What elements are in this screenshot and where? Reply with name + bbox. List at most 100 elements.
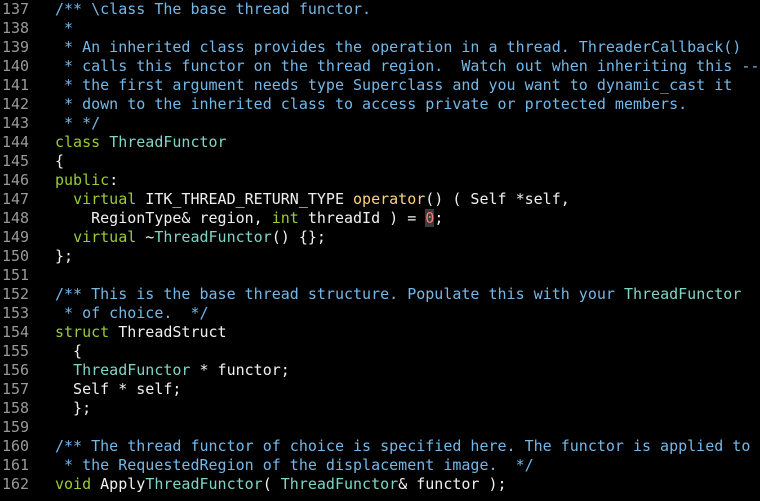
line-number: 139 [2, 38, 30, 56]
code-text: void ApplyThreadFunctor( ThreadFunctor& … [29, 475, 760, 494]
code-token-normal: & functor ); [398, 475, 507, 493]
code-line[interactable]: 139 * An inherited class provides the op… [0, 38, 760, 57]
code-text: class ThreadFunctor [29, 133, 760, 152]
code-text: * calls this functor on the thread regio… [29, 57, 760, 76]
line-number: 146 [2, 171, 30, 189]
code-token-normal [55, 228, 73, 246]
code-token-comment: * the RequestedRegion of the displacemen… [55, 456, 534, 474]
code-token-normal: ~ [136, 228, 155, 246]
code-token-comment: /** \class The base thread functor. [55, 0, 372, 18]
code-token-normal: * functor; [190, 361, 290, 379]
code-token-normal: Self * self; [55, 380, 182, 398]
line-number: 147 [2, 190, 30, 208]
code-text: virtual ITK_THREAD_RETURN_TYPE operator(… [29, 190, 760, 209]
code-token-normal: Apply [91, 475, 146, 493]
code-token-type: ThreadFunctor [154, 228, 272, 246]
code-token-type: ThreadFunctor [109, 133, 227, 151]
code-line[interactable]: 143 * */ [0, 114, 760, 133]
code-token-keyword: virtual [73, 228, 137, 246]
code-text: /** \class The base thread functor. [29, 0, 760, 19]
code-token-comment: * the first argument needs type Supercla… [55, 76, 733, 94]
code-token-keyword: virtual [73, 190, 137, 208]
line-number: 159 [2, 418, 30, 436]
code-text: * */ [29, 114, 760, 133]
code-line[interactable]: 162 void ApplyThreadFunctor( ThreadFuncto… [0, 475, 760, 494]
code-text: * the first argument needs type Supercla… [29, 76, 760, 95]
code-token-normal: : [109, 171, 119, 189]
code-token-normal [55, 361, 73, 379]
code-line[interactable]: 154 struct ThreadStruct [0, 323, 760, 342]
code-token-normal: { [55, 152, 65, 170]
code-text: Self * self; [29, 380, 760, 399]
code-line[interactable]: 158 }; [0, 399, 760, 418]
code-token-normal: () {}; [271, 228, 326, 246]
code-text: }; [29, 247, 760, 266]
code-line[interactable]: 141 * the first argument needs type Supe… [0, 76, 760, 95]
code-token-comment: * down to the inherited class to access … [55, 95, 688, 113]
code-line[interactable]: 149 virtual ~ThreadFunctor() {}; [0, 228, 760, 247]
line-number: 149 [2, 228, 30, 246]
code-text: * the RequestedRegion of the displacemen… [29, 456, 760, 475]
code-token-normal: ITK_THREAD_RETURN_TYPE [136, 190, 354, 208]
code-token-comment: * calls this functor on the thread regio… [55, 57, 760, 75]
code-text: ThreadFunctor * functor; [29, 361, 760, 380]
code-line[interactable]: 153 * of choice. */ [0, 304, 760, 323]
code-token-function: operator [353, 190, 426, 208]
code-token-type: ThreadFunctor [280, 475, 399, 493]
code-token-normal [55, 190, 73, 208]
line-number: 145 [2, 152, 30, 170]
code-text: * of choice. */ [29, 304, 760, 323]
code-line[interactable]: 152 /** This is the base thread structure… [0, 285, 760, 304]
code-line[interactable]: 156 ThreadFunctor * functor; [0, 361, 760, 380]
code-token-comment: * of choice. */ [55, 304, 209, 322]
code-text: /** The thread functor of choice is spec… [29, 437, 760, 456]
code-token-type: ThreadFunctor [145, 475, 263, 493]
code-line[interactable]: 145 { [0, 152, 760, 171]
code-line[interactable]: 140 * calls this functor on the thread r… [0, 57, 760, 76]
line-number: 143 [2, 114, 30, 132]
code-line[interactable]: 157 Self * self; [0, 380, 760, 399]
code-token-comment: * An inherited class provides the operat… [55, 38, 742, 56]
code-line[interactable]: 146 public: [0, 171, 760, 190]
code-token-normal: ThreadStruct [109, 323, 227, 341]
code-token-comment: /** This is the base thread structure. P… [55, 285, 624, 303]
line-number: 141 [2, 76, 30, 94]
code-token-comment: * [55, 19, 74, 37]
code-line[interactable]: 151 [0, 266, 760, 285]
code-line[interactable]: 144 class ThreadFunctor [0, 133, 760, 152]
code-token-keyword: public [55, 171, 110, 189]
code-token-comment: /** The thread functor of choice is spec… [55, 437, 751, 455]
code-line[interactable]: 147 virtual ITK_THREAD_RETURN_TYPE opera… [0, 190, 760, 209]
code-line[interactable]: 150}; [0, 247, 760, 266]
code-text: * An inherited class provides the operat… [29, 38, 760, 57]
line-number: 148 [2, 209, 30, 227]
code-token-normal: () ( Self *self, [425, 190, 570, 208]
line-number: 161 [2, 456, 30, 474]
code-line[interactable]: 138 * [0, 19, 760, 38]
code-line[interactable]: 159 [0, 418, 760, 437]
line-number: 160 [2, 437, 30, 455]
line-number: 151 [2, 266, 30, 284]
code-text: struct ThreadStruct [29, 323, 760, 342]
code-token-type: ThreadFunctor [623, 285, 742, 303]
code-text: RegionType& region, int threadId ) = 0; [29, 209, 760, 228]
code-text: { [29, 152, 760, 171]
code-token-keyword: int [271, 209, 299, 227]
code-line[interactable]: 137 /** \class The base thread functor. [0, 0, 760, 19]
code-line[interactable]: 155 { [0, 342, 760, 361]
code-token-normal: ; [434, 209, 444, 227]
code-text: * [29, 19, 760, 38]
code-line[interactable]: 160 /** The thread functor of choice is s… [0, 437, 760, 456]
code-token-normal: ( [262, 475, 281, 493]
code-editor[interactable]: 137/** \class The base thread functor. 13… [0, 0, 760, 501]
code-token-normal: }; [55, 399, 92, 417]
code-line[interactable]: 161 * the RequestedRegion of the displac… [0, 456, 760, 475]
code-token-comment: * */ [55, 114, 101, 132]
code-token-keyword: struct [55, 323, 110, 341]
code-line[interactable]: 142 * down to the inherited class to acc… [0, 95, 760, 114]
code-line[interactable]: 148 RegionType& region, int threadId ) =… [0, 209, 760, 228]
line-number: 150 [2, 247, 30, 265]
line-number: 152 [2, 285, 30, 303]
line-number: 142 [2, 95, 30, 113]
